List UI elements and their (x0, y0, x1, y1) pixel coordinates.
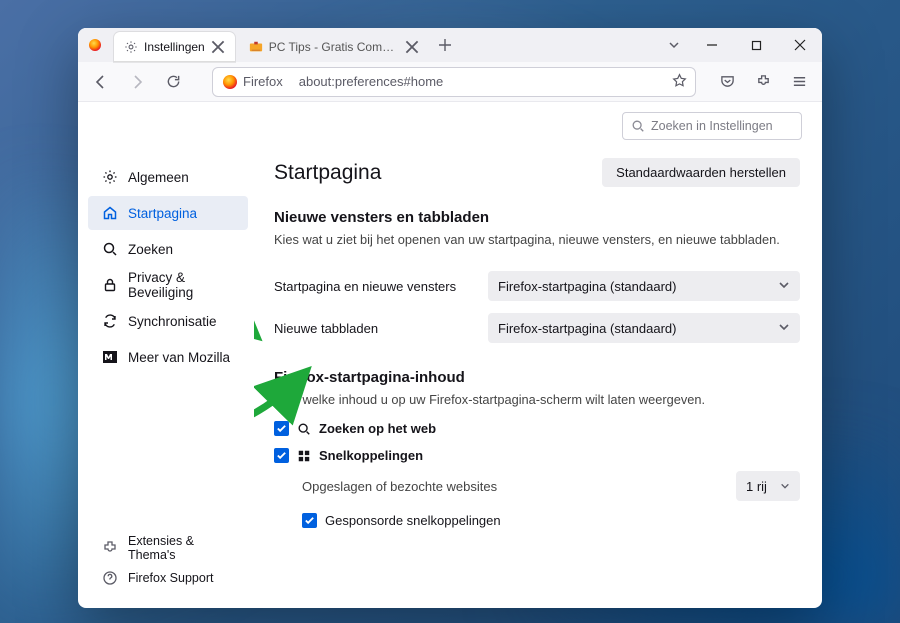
close-button[interactable] (778, 28, 822, 62)
tab-label: PC Tips - Gratis Computer Tips… (269, 40, 399, 54)
section-content-title: Firefox-startpagina-inhoud (274, 369, 800, 386)
homepage-select[interactable]: Firefox-startpagina (standaard) (488, 271, 800, 301)
checkbox-label: Snelkoppelingen (319, 448, 423, 463)
browser-window: Instellingen PC Tips - Gratis Computer T… (78, 28, 822, 608)
firefox-icon (223, 75, 237, 89)
bookmark-star-icon[interactable] (672, 73, 687, 91)
chevron-down-icon (780, 479, 790, 494)
extensions-button[interactable] (748, 67, 778, 97)
save-to-pocket-button[interactable] (712, 67, 742, 97)
help-icon (102, 570, 118, 586)
back-button[interactable] (86, 67, 116, 97)
sync-icon (102, 313, 118, 329)
minimize-button[interactable] (690, 28, 734, 62)
tab-bar: Instellingen PC Tips - Gratis Computer T… (78, 28, 822, 62)
mozilla-icon (102, 349, 118, 365)
sidebar-item-support[interactable]: Firefox Support (88, 564, 248, 592)
gear-icon (124, 40, 138, 54)
chevron-down-icon (778, 321, 790, 336)
preferences-content: Zoeken in Instellingen Algemeen Startpag… (78, 102, 822, 608)
annotation-arrow (254, 280, 264, 360)
tab-close-button[interactable] (211, 40, 225, 54)
checkbox-checked-icon (274, 421, 289, 436)
puzzle-icon (102, 540, 118, 556)
checkbox-label: Zoeken op het web (319, 421, 436, 436)
checkbox-shortcuts-row[interactable]: Snelkoppelingen (274, 448, 800, 463)
section-new-windows-desc: Kies wat u ziet bij het openen van uw st… (274, 232, 800, 247)
row-newtabs-label: Nieuwe tabbladen (274, 321, 488, 336)
reload-button[interactable] (158, 67, 188, 97)
maximize-button[interactable] (734, 28, 778, 62)
section-content-desc: Kies welke inhoud u op uw Firefox-startp… (274, 392, 800, 407)
checkbox-websearch-row[interactable]: Zoeken op het web (274, 421, 800, 436)
new-tab-button[interactable] (431, 28, 459, 62)
window-controls (690, 28, 822, 62)
firefox-app-icon (78, 28, 112, 62)
sidebar-item-mozilla[interactable]: Meer van Mozilla (88, 340, 248, 374)
nav-label: Synchronisatie (128, 314, 217, 329)
select-value: Firefox-startpagina (standaard) (498, 321, 676, 336)
nav-toolbar: Firefox about:preferences#home (78, 62, 822, 102)
shortcuts-subtext: Opgeslagen of bezochte websites (302, 479, 497, 494)
newtab-select[interactable]: Firefox-startpagina (standaard) (488, 313, 800, 343)
forward-button[interactable] (122, 67, 152, 97)
chevron-down-icon (778, 279, 790, 294)
nav-label: Zoeken (128, 242, 173, 257)
row-homepage-label: Startpagina en nieuwe vensters (274, 279, 488, 294)
preferences-sidebar: Algemeen Startpagina Zoeken Privacy & Be… (78, 102, 254, 608)
checkbox-label: Gesponsorde snelkoppelingen (325, 513, 501, 528)
nav-label: Extensies & Thema's (128, 534, 244, 562)
nav-label: Firefox Support (128, 571, 213, 585)
app-menu-button[interactable] (784, 67, 814, 97)
nav-label: Privacy & Beveiliging (128, 270, 244, 300)
checkbox-checked-icon (302, 513, 317, 528)
identity-box[interactable]: Firefox (221, 72, 291, 91)
home-icon (102, 205, 118, 221)
sidebar-item-sync[interactable]: Synchronisatie (88, 304, 248, 338)
nav-label: Algemeen (128, 170, 189, 185)
identity-label: Firefox (243, 74, 283, 89)
search-icon (102, 241, 118, 257)
tab-close-button[interactable] (405, 40, 419, 54)
checkbox-sponsored-row[interactable]: Gesponsorde snelkoppelingen (302, 513, 800, 528)
sidebar-item-extensions[interactable]: Extensies & Thema's (88, 534, 248, 562)
search-icon (297, 422, 311, 436)
tab-label: Instellingen (144, 40, 205, 54)
page-title: Startpagina (274, 161, 381, 185)
sidebar-item-zoeken[interactable]: Zoeken (88, 232, 248, 266)
grid-icon (297, 449, 311, 463)
all-tabs-button[interactable] (658, 28, 690, 62)
gear-icon (102, 169, 118, 185)
tab-instellingen[interactable]: Instellingen (114, 32, 235, 62)
nav-label: Startpagina (128, 206, 197, 221)
shortcuts-rows-select[interactable]: 1 rij (736, 471, 800, 501)
url-bar[interactable]: Firefox about:preferences#home (212, 67, 696, 97)
sidebar-item-algemeen[interactable]: Algemeen (88, 160, 248, 194)
lock-icon (102, 277, 118, 293)
restore-defaults-button[interactable]: Standaardwaarden herstellen (602, 158, 800, 187)
tab-pctips[interactable]: PC Tips - Gratis Computer Tips… (239, 32, 429, 62)
section-new-windows-title: Nieuwe vensters en tabbladen (274, 209, 800, 226)
url-text: about:preferences#home (299, 74, 664, 89)
preferences-main: Startpagina Standaardwaarden herstellen … (254, 102, 822, 608)
sidebar-item-startpagina[interactable]: Startpagina (88, 196, 248, 230)
nav-label: Meer van Mozilla (128, 350, 230, 365)
site-favicon-icon (249, 40, 263, 54)
checkbox-checked-icon (274, 448, 289, 463)
select-value: 1 rij (746, 479, 767, 494)
sidebar-item-privacy[interactable]: Privacy & Beveiliging (88, 268, 248, 302)
select-value: Firefox-startpagina (standaard) (498, 279, 676, 294)
